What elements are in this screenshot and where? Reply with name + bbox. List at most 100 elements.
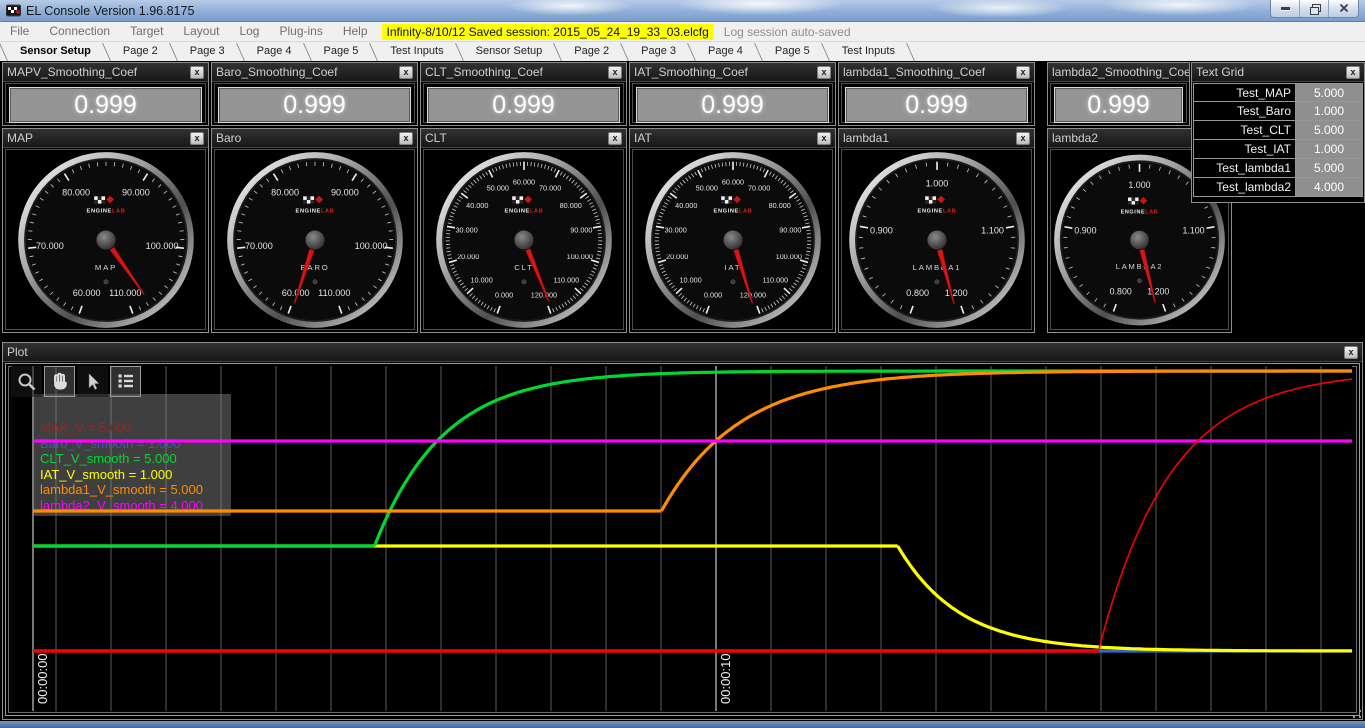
menu-item-target[interactable]: Target [120,22,173,41]
plot-canvas-area[interactable]: MAP_V = 5.000Baro_V_smooth = 1.000CLT_V_… [5,363,1360,716]
gauge-tick-label: 1.000 [925,178,948,188]
coef-panel-1-close-button[interactable]: x [399,66,413,79]
gauge-panel-IAT-close-button[interactable]: x [817,132,831,145]
text-grid-value[interactable]: 4.000 [1296,178,1363,197]
menu-item-file[interactable]: File [0,22,39,41]
gauge-dial-label: LAMBDA2 [1116,262,1163,271]
zoom-tool-button[interactable] [11,366,42,397]
time-axis-label: 00:00:10 [718,653,733,704]
text-grid-value[interactable]: 1.000 [1296,102,1363,121]
text-grid-row: Test_Baro1.000 [1193,102,1363,121]
title-bar[interactable]: EL Console Version 1.96.8175 [0,0,1365,22]
cursor-tool-button[interactable] [77,366,108,397]
window-title: EL Console Version 1.96.8175 [26,4,194,18]
plot-close-button[interactable]: x [1344,346,1358,359]
tab-page-5[interactable]: Page 5 [312,42,371,61]
menu-item-log[interactable]: Log [229,22,269,41]
coef-panel-1: Baro_Smoothing_Coef x 0.999 [211,62,418,126]
gauge-panel-Baro-header: Barox [212,129,417,148]
menu-item-layout[interactable]: Layout [173,22,229,41]
plot-toolbar [11,366,141,397]
gauge-tick-label: 40.000 [466,200,488,209]
gauge-tick-label: 0.000 [494,290,512,299]
text-grid-close-button[interactable]: x [1346,66,1360,79]
tab-test-inputs[interactable]: Test Inputs [830,42,907,61]
window-controls [1270,0,1359,18]
coef-panel-0-header: MAPV_Smoothing_Coefx [3,63,208,82]
text-grid-value[interactable]: 1.000 [1296,140,1363,159]
gauge-panel-MAP-close-button[interactable]: x [190,132,204,145]
tab-page-3[interactable]: Page 3 [178,42,237,61]
gauge-panel-IAT: IATx0.00010.00020.00030.00040.00050.0006… [629,128,836,333]
restore-button[interactable] [1300,0,1329,17]
gauge-tick-label: 30.000 [455,225,477,234]
menu-item-connection[interactable]: Connection [39,22,120,41]
menu-item-plug-ins[interactable]: Plug-ins [269,22,332,41]
gauge-panel-CLT-header: CLTx [421,129,626,148]
legend-entry-MAP_V: MAP_V = 5.000 [40,420,224,436]
menu-item-help[interactable]: Help [333,22,378,41]
minimize-button[interactable] [1271,0,1300,17]
tab-separator [456,42,464,61]
tab-separator [103,42,111,61]
gauge-panel-body: 0.8000.9001.0001.1001.200ENGINELABLAMBDA… [841,149,1032,330]
gauge-tick-label: 1.100 [981,225,1004,235]
text-grid-label: Test_MAP [1193,83,1296,102]
tab-page-3[interactable]: Page 3 [629,42,688,61]
zoom-icon [17,372,36,391]
text-grid-label: Test_CLT [1193,121,1296,140]
coef-panel-5: lambda2_Smoothing_Coefx 0.999 [1047,62,1190,126]
gauge-tick-label: 1.200 [944,288,967,298]
resize-grip[interactable] [1352,709,1362,719]
tab-sensor-setup[interactable]: Sensor Setup [464,42,555,61]
gauge-panel-MAP-header: MAP x [3,129,208,148]
coef-panel-4-close-button[interactable]: x [1016,66,1030,79]
gauge-panel-title: IAT [634,131,652,145]
coef-panel-title: IAT_Smoothing_Coef [634,65,748,79]
gauge-panel-lambda1-close-button[interactable]: x [1016,132,1030,145]
gauge-panel-lambda1-header: lambda1 x [839,129,1034,148]
tab-test-inputs[interactable]: Test Inputs [378,42,455,61]
tab-separator [822,42,830,61]
coef-panel-5-header: lambda2_Smoothing_Coefx [1048,63,1189,82]
coef-value[interactable]: 0.999 [845,87,1028,123]
gauge-tick-label: 100.000 [566,252,592,261]
gauge-tick-label: 110.000 [318,288,350,298]
text-grid-value[interactable]: 5.000 [1296,121,1363,140]
coef-panel-title: Baro_Smoothing_Coef [216,65,337,79]
gauge-panel-title: lambda2 [1052,131,1098,145]
gauge-panel-Baro-close-button[interactable]: x [399,132,413,145]
gauge-tick-label: 70.000 [539,183,561,192]
restore-icon [1310,4,1319,13]
coef-value[interactable]: 0.999 [636,87,829,123]
pan-tool-button[interactable] [44,366,75,397]
gauge-panel-CLT-close-button[interactable]: x [608,132,622,145]
coef-value[interactable]: 0.999 [218,87,411,123]
close-window-button[interactable] [1329,0,1358,17]
gauge-panel-Baro: Barox60.00070.00080.00090.000100.000110.… [211,128,418,333]
coef-value[interactable]: 0.999 [1054,87,1183,123]
text-grid-value[interactable]: 5.000 [1296,83,1363,102]
tab-page-5[interactable]: Page 5 [763,42,822,61]
gauge-tick-label: 120.000 [739,290,765,299]
coef-value[interactable]: 0.999 [9,87,202,123]
enginelab-wordmark: ENGINELAB [1121,209,1159,215]
gauge-panel-body: 60.00070.00080.00090.000100.000110.000EN… [214,149,415,330]
enginelab-wordmark: ENGINELAB [86,208,125,214]
coef-value[interactable]: 0.999 [427,87,620,123]
gauge-panel-title: lambda1 [843,131,889,145]
tab-page-4[interactable]: Page 4 [696,42,755,61]
gauge-tick-label: 1.100 [1182,225,1204,235]
tab-page-2[interactable]: Page 2 [562,42,621,61]
enginelab-wordmark: ENGINELAB [917,208,956,214]
coef-panel-0-close-button[interactable]: x [190,66,204,79]
text-grid-value[interactable]: 5.000 [1296,159,1363,178]
coef-panel-2-close-button[interactable]: x [608,66,622,79]
coef-panel-body: 0.999 [632,83,833,123]
tab-page-4[interactable]: Page 4 [245,42,304,61]
channel-list-tool-button[interactable] [110,366,141,397]
tab-sensor-setup[interactable]: Sensor Setup [8,42,103,61]
gauge-panel-title: MAP [7,131,33,145]
tab-page-2[interactable]: Page 2 [111,42,170,61]
coef-panel-3-close-button[interactable]: x [817,66,831,79]
